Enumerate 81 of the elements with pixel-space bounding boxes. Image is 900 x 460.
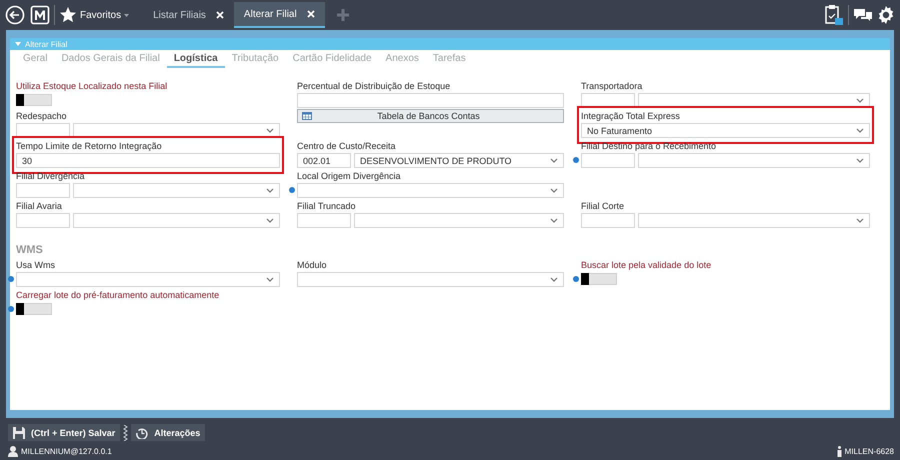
field-label: Carregar lote do pré-faturamento automaticamente [16, 289, 220, 302]
dropdown-field[interactable] [354, 213, 564, 228]
code-field[interactable] [16, 183, 70, 198]
help-icon[interactable] [8, 276, 14, 282]
help-icon[interactable] [573, 157, 579, 163]
chevron-icon[interactable] [266, 188, 274, 193]
dropdown-field[interactable] [16, 272, 280, 287]
chevron-icon[interactable] [856, 218, 864, 223]
history-button[interactable]: Alterações [131, 424, 206, 441]
chevron-icon[interactable] [266, 128, 274, 133]
close-icon[interactable] [216, 11, 224, 19]
dropdown-field[interactable] [297, 183, 564, 198]
help-icon[interactable] [8, 306, 14, 312]
favorites-menu[interactable]: Favoritos [80, 10, 122, 20]
field-label: Percentual de Distribuição de Estoque [297, 80, 452, 93]
field-label: Centro de Custo/Receita [297, 140, 397, 153]
star-icon[interactable] [59, 6, 77, 24]
user-label: MILLENNIUM@127.0.0.1 [21, 446, 112, 456]
toggle-switch[interactable] [16, 303, 52, 315]
caret-icon[interactable] [124, 14, 130, 16]
chevron-icon[interactable] [856, 98, 864, 103]
table-button[interactable]: Tabela de Bancos Contas [297, 109, 564, 123]
field-label: Transportadora [581, 80, 644, 93]
form-tab[interactable]: Logística [166, 50, 225, 68]
clipboard-icon[interactable] [824, 4, 844, 26]
code-field[interactable] [297, 213, 351, 228]
help-icon[interactable] [573, 276, 579, 282]
chevron-icon[interactable] [856, 158, 864, 163]
logo-icon[interactable] [30, 5, 50, 25]
field-label: Módulo [297, 259, 328, 272]
chevron-icon[interactable] [266, 277, 274, 282]
code-field[interactable] [581, 153, 635, 168]
code-field[interactable] [581, 213, 635, 228]
window-tab[interactable]: Listar Filiais [143, 2, 234, 28]
field-label: Filial Avaria [16, 200, 63, 213]
info-icon [836, 446, 842, 456]
dropdown-field[interactable] [73, 183, 280, 198]
toggle-switch[interactable] [16, 94, 52, 106]
dropdown-field[interactable]: No Faturamento [581, 123, 870, 138]
dropdown-field[interactable]: DESENVOLVIMENTO DE PRODUTO [354, 153, 564, 168]
field-label: Tempo Limite de Retorno Integração [16, 140, 163, 153]
window-tab[interactable]: Alterar Filial [234, 2, 325, 28]
chevron-icon[interactable] [550, 218, 558, 223]
chevron-icon[interactable] [550, 188, 558, 193]
code-field[interactable]: 002.01 [297, 153, 351, 168]
help-icon[interactable] [289, 187, 295, 193]
dropdown-field[interactable] [73, 213, 280, 228]
dropdown-field[interactable] [638, 153, 870, 168]
field-label: Filial Truncado [297, 200, 357, 213]
machine-label: MILLEN-6628 [844, 446, 894, 456]
history-icon [136, 426, 148, 438]
user-icon [8, 446, 18, 456]
chevron-icon[interactable] [856, 128, 864, 133]
input-field[interactable]: 30 [16, 153, 280, 168]
chevron-icon[interactable] [266, 218, 274, 223]
settings-icon[interactable] [877, 6, 895, 24]
field-label: Filial Corte [581, 200, 626, 213]
input-field[interactable] [297, 93, 564, 108]
field-label: Filial Destino para o Recebimento [581, 140, 718, 153]
floppy-icon [13, 426, 25, 438]
toggle-switch[interactable] [581, 273, 617, 285]
dropdown-field[interactable] [638, 213, 870, 228]
code-field[interactable] [16, 213, 70, 228]
close-icon[interactable] [306, 10, 315, 18]
field-label: Filial Divergência [16, 170, 86, 183]
chevron-icon[interactable] [550, 277, 558, 282]
dropdown-field[interactable] [297, 272, 564, 287]
field-label: Buscar lote pela validade do lote [581, 259, 712, 272]
field-label: Local Origem Divergência [297, 170, 402, 183]
back-icon[interactable] [5, 5, 25, 25]
field-label: Integração Total Express [581, 110, 681, 123]
section-heading: WMS [16, 243, 44, 257]
chat-icon[interactable] [853, 7, 873, 23]
table-icon [302, 112, 312, 120]
field-label: Utiliza Estoque Localizado nesta Filial [16, 80, 168, 93]
chevron-icon[interactable] [550, 158, 558, 163]
field-label: Redespacho [16, 110, 68, 123]
panel-title: Alterar Filial [25, 40, 68, 48]
separator-icon [123, 424, 128, 440]
save-button[interactable]: (Ctrl + Enter) Salvar [8, 424, 120, 441]
field-label: Usa Wms [16, 259, 56, 272]
